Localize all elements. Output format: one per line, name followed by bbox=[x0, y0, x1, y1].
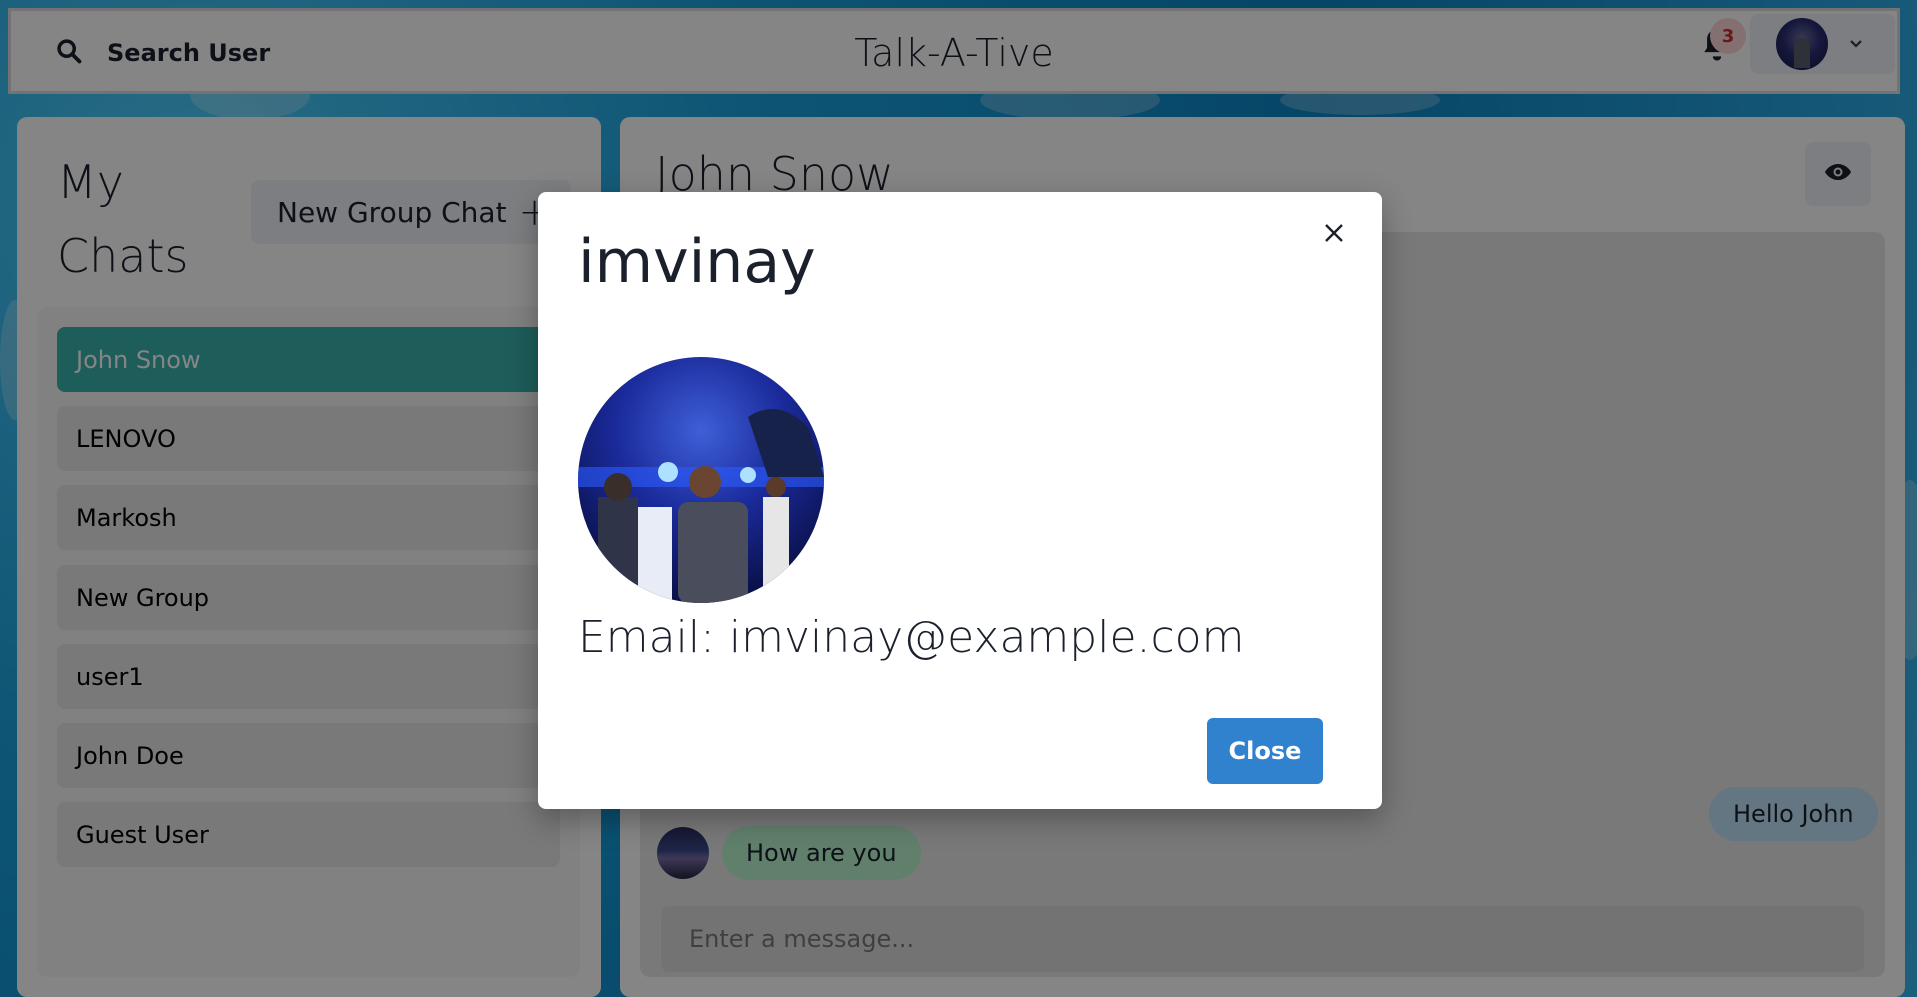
profile-modal: imvinay Email: imvinay@example.com Close bbox=[538, 192, 1382, 809]
close-button[interactable]: Close bbox=[1207, 718, 1323, 784]
app-root: Search User Talk-A-Tive 3 My Chats New G… bbox=[0, 0, 1917, 997]
modal-email: Email: imvinay@example.com bbox=[578, 612, 1245, 663]
profile-picture bbox=[578, 357, 824, 603]
modal-title: imvinay bbox=[578, 227, 816, 297]
close-icon[interactable] bbox=[1313, 212, 1355, 254]
